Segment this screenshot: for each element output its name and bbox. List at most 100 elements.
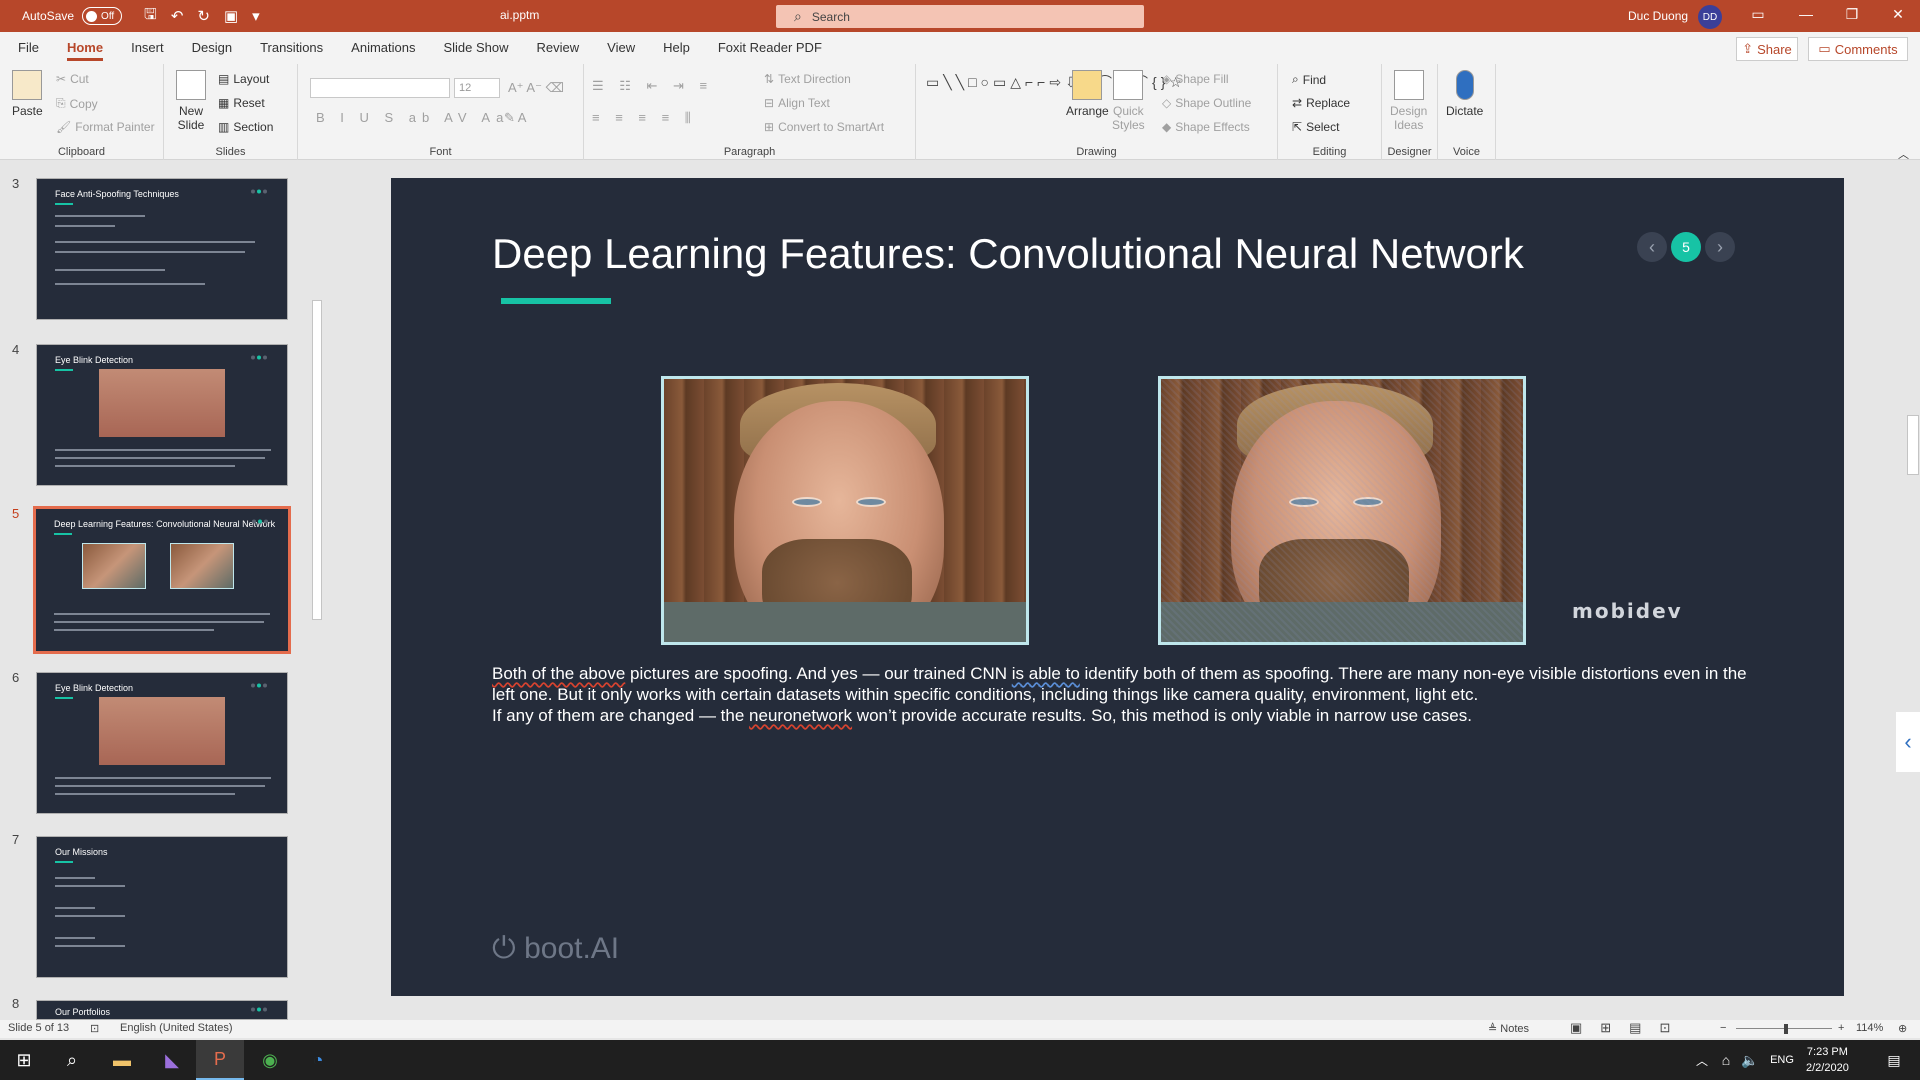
tab-transitions[interactable]: Transitions [246, 32, 337, 64]
slide-thumbnail-7[interactable]: Our Missions [36, 836, 288, 978]
shape-fill-button[interactable]: ◈ Shape Fill [1162, 72, 1229, 86]
new-slide-button[interactable]: New Slide [176, 70, 206, 132]
chat-app-icon[interactable]: ◔ [294, 1040, 342, 1080]
align-icons[interactable]: ≡ ≡ ≡ ≡ ⫼ [592, 110, 697, 126]
reset-button[interactable]: ▦ Reset [218, 96, 265, 110]
language-indicator[interactable]: English (United States) [120, 1022, 233, 1034]
cut-button[interactable]: ✂ Cut [56, 72, 89, 86]
save-icon[interactable]: 🖫 [144, 4, 157, 29]
input-language[interactable]: ENG [1762, 1040, 1802, 1080]
align-text-button[interactable]: ⊟ Align Text [764, 96, 830, 110]
tab-foxit[interactable]: Foxit Reader PDF [704, 32, 836, 64]
scrollbar-thumb[interactable] [312, 300, 322, 620]
thumb-number: 8 [12, 996, 20, 1011]
search-box[interactable]: ⌕ Search [776, 5, 1144, 28]
slide-thumbnail-5[interactable]: Deep Learning Features: Convolutional Ne… [33, 506, 291, 654]
slide-thumbnail-8[interactable]: Our Portfolios [36, 1000, 288, 1020]
present-icon[interactable]: ▣ [224, 7, 238, 25]
find-button[interactable]: ⌕ Find [1292, 72, 1326, 87]
slide-canvas[interactable]: Deep Learning Features: Convolutional Ne… [391, 178, 1844, 996]
tab-design[interactable]: Design [178, 32, 246, 64]
noise-overlay [1161, 379, 1523, 642]
customize-qat-icon[interactable]: ▾ [252, 7, 260, 25]
replace-button[interactable]: ⇄ Replace [1292, 96, 1350, 110]
minimize-icon[interactable]: — [1796, 6, 1816, 22]
face-photo-spoofed[interactable] [1158, 376, 1526, 645]
expand-pane-icon[interactable]: ‹ [1896, 712, 1920, 772]
tab-view[interactable]: View [593, 32, 649, 64]
tab-file[interactable]: File [4, 32, 53, 64]
slide-thumbnail-6[interactable]: Eye Blink Detection [36, 672, 288, 814]
quick-styles-button[interactable]: Quick Styles [1112, 70, 1145, 132]
convert-smartart-button[interactable]: ⊞ Convert to SmartArt [764, 120, 884, 134]
thumb-title: Deep Learning Features: Convolutional Ne… [54, 519, 276, 529]
shape-effects-button[interactable]: ◆ Shape Effects [1162, 120, 1250, 134]
close-icon[interactable]: ✕ [1888, 6, 1908, 23]
design-ideas-button[interactable]: Design Ideas [1390, 70, 1427, 132]
show-hidden-icons[interactable]: ︿ [1690, 1040, 1714, 1080]
slide-thumbnail-4[interactable]: Eye Blink Detection [36, 344, 288, 486]
face-photo-original[interactable] [661, 376, 1029, 645]
comments-button[interactable]: ▭ Comments [1808, 37, 1908, 61]
copy-button[interactable]: ⎘ Copy [56, 96, 98, 111]
slide-title[interactable]: Deep Learning Features: Convolutional Ne… [492, 230, 1524, 278]
autosave-toggle[interactable]: Off [82, 7, 123, 25]
editor-scrollbar[interactable] [1906, 160, 1920, 1020]
search-icon[interactable]: ⌕ [48, 1040, 96, 1080]
font-color-icon[interactable]: ✎ A [504, 110, 526, 126]
user-name[interactable]: Duc Duong [1628, 9, 1688, 23]
zoom-in-icon[interactable]: + [1838, 1022, 1844, 1034]
arrange-button[interactable]: Arrange [1066, 70, 1109, 118]
ribbon-display-icon[interactable]: ▭ [1748, 6, 1768, 23]
thumb-text-line [55, 457, 265, 459]
notifications-icon[interactable]: ▤ [1870, 1040, 1918, 1080]
font-name-combo[interactable] [310, 78, 450, 98]
shape-outline-button[interactable]: ◇ Shape Outline [1162, 96, 1251, 110]
tab-insert[interactable]: Insert [117, 32, 178, 64]
zoom-out-icon[interactable]: − [1720, 1022, 1726, 1034]
paste-button[interactable]: Paste [12, 70, 43, 118]
paste-icon [12, 70, 43, 100]
clock[interactable]: 7:23 PM 2/2/2020 [1806, 1044, 1849, 1076]
zoom-slider-thumb[interactable] [1784, 1024, 1788, 1034]
slide-thumbnail-3[interactable]: Face Anti-Spoofing Techniques [36, 178, 288, 320]
tab-help[interactable]: Help [649, 32, 704, 64]
select-button[interactable]: ⇱ Select [1292, 120, 1339, 134]
shapes-gallery[interactable]: ▭╲╲□○▭△⌐⌐⇨⇩▭⌒⌒⌒{}☆ [926, 72, 1182, 92]
file-explorer-icon[interactable]: ▬ [98, 1040, 146, 1080]
undo-icon[interactable]: ↶ [171, 7, 184, 25]
layout-button[interactable]: ▤ Layout [218, 72, 269, 86]
font-size-combo[interactable]: 12 [454, 78, 500, 98]
redo-icon[interactable]: ↻ [197, 7, 210, 25]
thumbnails-scrollbar[interactable] [310, 160, 324, 1020]
restore-icon[interactable]: ❐ [1842, 6, 1862, 23]
dictate-button[interactable]: Dictate [1446, 70, 1483, 118]
network-icon[interactable]: ⌂ [1714, 1040, 1738, 1080]
zoom-level[interactable]: 114% [1856, 1022, 1883, 1034]
search-icon: ⌕ [794, 8, 802, 24]
tab-slide-show[interactable]: Slide Show [429, 32, 522, 64]
accessibility-icon[interactable]: ⊡ [90, 1022, 99, 1035]
section-button[interactable]: ▥ Section [218, 120, 273, 134]
notes-button[interactable]: ≜ Notes [1488, 1022, 1529, 1035]
volume-icon[interactable]: 🔈 [1738, 1040, 1762, 1080]
slide-body-text[interactable]: Both of the above pictures are spoofing.… [492, 663, 1752, 726]
format-painter-button[interactable]: 🖌 Format Painter [56, 120, 155, 134]
clipboard-group-label: Clipboard [57, 146, 106, 158]
fit-slide-icon[interactable]: ⊕ [1898, 1022, 1907, 1035]
powerpoint-icon[interactable]: P [196, 1040, 244, 1080]
chrome-icon[interactable]: ◉ [246, 1040, 294, 1080]
share-button[interactable]: ⇪ Share [1736, 37, 1798, 61]
visual-studio-icon[interactable]: ◣ [148, 1040, 196, 1080]
tab-home[interactable]: Home [53, 32, 117, 64]
tab-review[interactable]: Review [523, 32, 594, 64]
view-buttons[interactable]: ▣⊞▤⊡ [1570, 1020, 1688, 1036]
tab-animations[interactable]: Animations [337, 32, 429, 64]
grow-font-icon[interactable]: A⁺ A⁻ ⌫ [508, 80, 564, 96]
font-format-icons[interactable]: B I U S ab AV Aa [316, 110, 509, 125]
start-icon[interactable]: ⊞ [0, 1040, 48, 1080]
bullets-icon[interactable]: ☰ ☷ ⇤ ⇥ ≡ [592, 78, 713, 94]
avatar[interactable]: DD [1698, 5, 1722, 29]
scrollbar-thumb[interactable] [1907, 415, 1919, 475]
text-direction-button[interactable]: ⇅ Text Direction [764, 72, 851, 86]
